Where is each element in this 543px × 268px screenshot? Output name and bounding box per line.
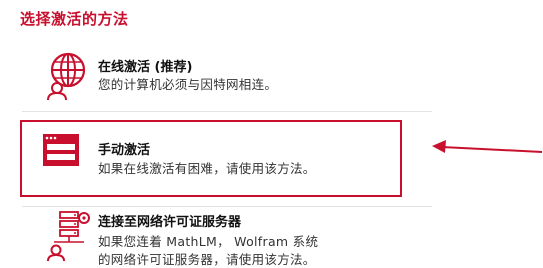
online-activation-option[interactable]: 在线激活 (推荐) 您的计算机必须与因特网相连。	[22, 44, 400, 106]
divider	[22, 111, 432, 112]
network-license-title: 连接至网络许可证服务器	[98, 215, 242, 230]
manual-activation-option[interactable]: 手动激活 如果在线激活有困难，请使用该方法。	[20, 120, 402, 197]
globe-user-icon	[46, 50, 94, 106]
divider	[22, 206, 432, 207]
manual-activation-desc: 如果在线激活有困难，请使用该方法。	[98, 161, 316, 176]
manual-activation-title: 手动激活	[98, 143, 151, 158]
network-license-desc-line2: 的网络许可证服务器，请使用该方法。	[98, 252, 316, 267]
network-server-user-icon	[46, 210, 92, 266]
network-license-desc: 如果您连着 MathLM， Wolfram 系统	[98, 234, 319, 249]
annotation-arrow-icon	[430, 134, 543, 166]
activation-window-icon	[42, 133, 80, 171]
network-license-option[interactable]: 连接至网络许可证服务器 如果您连着 MathLM， Wolfram 系统 的网络…	[22, 208, 400, 267]
online-activation-desc: 您的计算机必须与因特网相连。	[98, 77, 278, 92]
online-activation-title: 在线激活 (推荐)	[98, 60, 193, 75]
page-title: 选择激活的方法	[20, 10, 129, 28]
